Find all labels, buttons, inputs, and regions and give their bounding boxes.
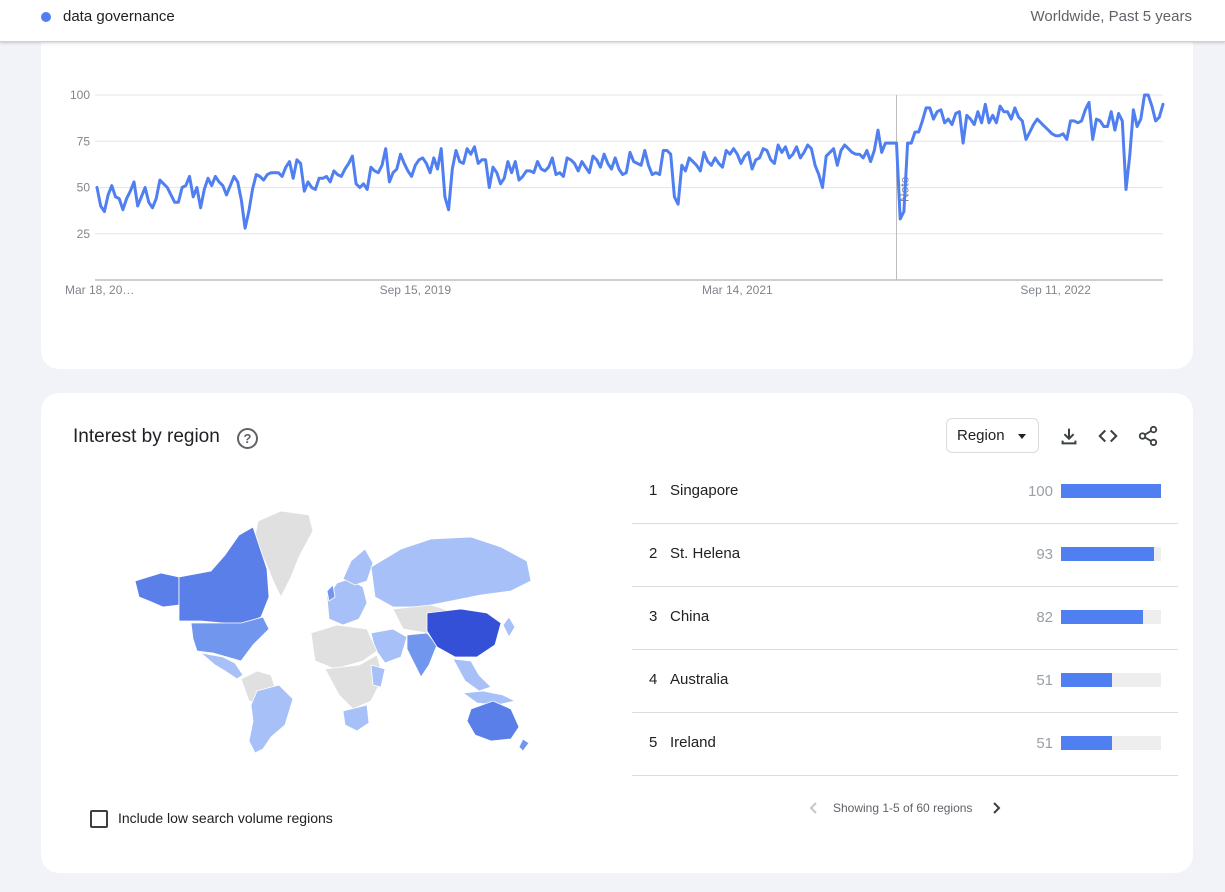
low-volume-checkbox[interactable] bbox=[90, 810, 108, 828]
region-name[interactable]: Singapore bbox=[670, 482, 738, 499]
trend-line bbox=[95, 93, 1165, 230]
x-tick-label: Mar 14, 2021 bbox=[702, 283, 773, 297]
term-color-dot bbox=[41, 12, 51, 22]
rank-number: 3 bbox=[649, 608, 658, 625]
search-term-label[interactable]: data governance bbox=[63, 8, 175, 25]
value-bar bbox=[1061, 610, 1143, 624]
region-name[interactable]: St. Helena bbox=[670, 545, 740, 562]
x-tick-label: Sep 15, 2019 bbox=[380, 283, 452, 297]
map-region-new-zealand[interactable] bbox=[518, 738, 530, 752]
top-bar: data governance Worldwide, Past 5 years bbox=[0, 0, 1225, 42]
region-value: 51 bbox=[1036, 735, 1053, 752]
share-icon[interactable] bbox=[1137, 425, 1159, 447]
value-bar-track bbox=[1061, 673, 1161, 687]
ranking-row[interactable]: 4 Australia 51 bbox=[632, 650, 1178, 713]
region-name[interactable]: China bbox=[670, 608, 709, 625]
pager-status: Showing 1-5 of 60 regions bbox=[833, 801, 973, 815]
value-bar bbox=[1061, 484, 1161, 498]
rank-number: 4 bbox=[649, 671, 658, 688]
rank-number: 2 bbox=[649, 545, 658, 562]
y-tick-label: 75 bbox=[77, 134, 91, 148]
ranking-row[interactable]: 5 Ireland 51 bbox=[632, 713, 1178, 776]
region-name[interactable]: Australia bbox=[670, 671, 728, 688]
map-region-south-africa[interactable] bbox=[342, 704, 370, 732]
map-region-japan[interactable] bbox=[502, 616, 516, 638]
trend-line-chart[interactable]: 25 50 75 100 Mar 18, 20… Sep 15, 2019 Mar 14, … bbox=[41, 20, 1193, 369]
y-tick-label: 100 bbox=[70, 88, 90, 102]
map-region-scandinavia[interactable] bbox=[342, 548, 374, 586]
value-bar-track bbox=[1061, 547, 1161, 561]
chevron-left-icon[interactable] bbox=[807, 800, 821, 816]
ranking-row[interactable]: 2 St. Helena 93 bbox=[632, 524, 1178, 587]
ranking-row[interactable]: 3 China 82 bbox=[632, 587, 1178, 650]
chevron-right-icon[interactable] bbox=[989, 800, 1003, 816]
value-bar bbox=[1061, 673, 1112, 687]
interest-by-region-card: Interest by region ? Region 1 Singapore … bbox=[41, 393, 1193, 873]
region-pager: Showing 1-5 of 60 regions bbox=[807, 798, 1057, 818]
region-value: 100 bbox=[1027, 483, 1053, 500]
map-region-australia[interactable] bbox=[466, 700, 520, 742]
value-bar-track bbox=[1061, 484, 1161, 498]
x-tick-label: Mar 18, 20… bbox=[65, 283, 134, 297]
region-resolution-select[interactable]: Region bbox=[946, 418, 1039, 453]
region-value: 82 bbox=[1036, 609, 1053, 626]
rank-number: 1 bbox=[649, 482, 658, 499]
map-region-brazil[interactable] bbox=[248, 684, 294, 754]
y-tick-label: 50 bbox=[77, 181, 91, 195]
section-title: Interest by region bbox=[73, 426, 220, 447]
map-region-africa-east[interactable] bbox=[370, 664, 386, 688]
region-value: 93 bbox=[1036, 546, 1053, 563]
region-name[interactable]: Ireland bbox=[670, 734, 716, 751]
map-region-china[interactable] bbox=[426, 608, 502, 658]
region-value: 51 bbox=[1036, 672, 1053, 689]
rank-number: 5 bbox=[649, 734, 658, 751]
map-region-canada[interactable] bbox=[178, 526, 270, 626]
map-region-alaska[interactable] bbox=[134, 572, 180, 608]
download-icon[interactable] bbox=[1058, 425, 1080, 447]
value-bar-track bbox=[1061, 610, 1161, 624]
map-region-southeast-asia[interactable] bbox=[452, 658, 492, 692]
help-icon[interactable]: ? bbox=[237, 428, 258, 449]
value-bar bbox=[1061, 736, 1112, 750]
interest-over-time-card: 25 50 75 100 Mar 18, 20… Sep 15, 2019 Mar 14, … bbox=[41, 20, 1193, 369]
value-bar-track bbox=[1061, 736, 1161, 750]
low-volume-checkbox-label[interactable]: Include low search volume regions bbox=[118, 810, 333, 826]
y-tick-label: 25 bbox=[77, 227, 91, 241]
scope-label: Worldwide, Past 5 years bbox=[1030, 8, 1192, 25]
region-select-label: Region bbox=[957, 427, 1005, 444]
world-map[interactable] bbox=[131, 505, 536, 755]
embed-icon[interactable] bbox=[1097, 425, 1119, 447]
x-tick-label: Sep 11, 2022 bbox=[1020, 283, 1091, 297]
value-bar bbox=[1061, 547, 1154, 561]
map-region-russia[interactable] bbox=[370, 536, 532, 608]
caret-down-icon bbox=[1018, 434, 1026, 439]
ranking-row[interactable]: 1 Singapore 100 bbox=[632, 461, 1178, 524]
